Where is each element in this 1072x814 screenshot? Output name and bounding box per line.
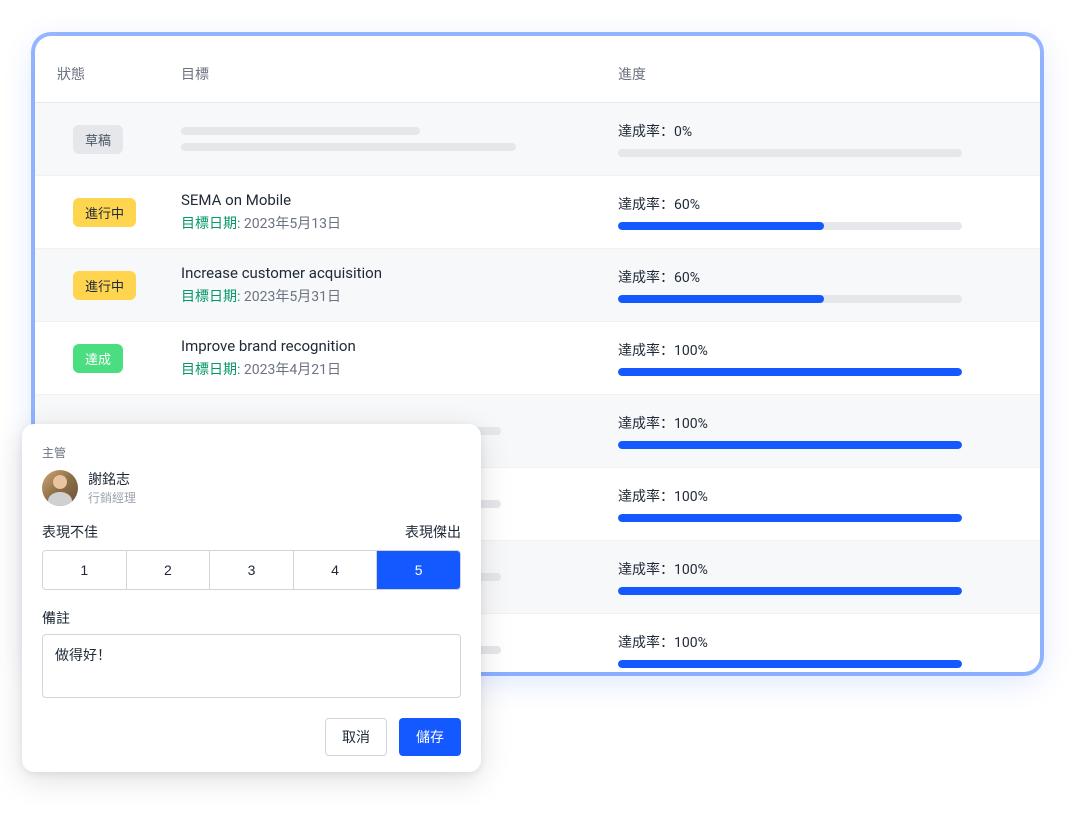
- progress-bar: [618, 222, 962, 230]
- progress-label: 達成率：60%: [618, 194, 1012, 214]
- progress-cell: 達成率：100%: [618, 340, 1040, 376]
- progress-fill: [618, 368, 962, 376]
- table-row[interactable]: 進行中 Increase customer acquisition 目標日期: 20…: [35, 249, 1040, 322]
- progress-cell: 達成率：60%: [618, 194, 1040, 230]
- supervisor-label: 主管: [42, 444, 461, 461]
- skeleton-line: [181, 127, 420, 135]
- goal-cell: Increase customer acquisition 目標日期: 2023年…: [181, 252, 618, 318]
- user-row: 謝銘志 行銷經理: [42, 469, 461, 506]
- rating-labels: 表現不佳 表現傑出: [42, 522, 461, 542]
- table-row[interactable]: 進行中 SEMA on Mobile 目標日期: 2023年5月13日達成率：60%: [35, 176, 1040, 249]
- progress-label: 達成率：0%: [618, 121, 1012, 141]
- status-badge: 進行中: [73, 198, 136, 227]
- table-row[interactable]: 達成 Improve brand recognition 目標日期: 2023年4月…: [35, 322, 1040, 395]
- progress-label: 達成率：100%: [618, 486, 1012, 506]
- goal-cell: [181, 115, 618, 163]
- goal-cell: Improve brand recognition 目標日期: 2023年4月21…: [181, 325, 618, 391]
- progress-bar: [618, 149, 962, 157]
- goal-date: 目標日期: 2023年4月21日: [181, 359, 618, 379]
- user-role: 行銷經理: [88, 489, 136, 506]
- progress-bar: [618, 295, 962, 303]
- evaluation-overlay: 主管 謝銘志 行銷經理 表現不佳 表現傑出 12345 備註 取消 儲存: [22, 424, 481, 772]
- progress-cell: 達成率：100%: [618, 632, 1040, 668]
- progress-fill: [618, 441, 962, 449]
- avatar: [42, 470, 78, 506]
- skeleton-line: [181, 143, 516, 151]
- progress-cell: 達成率：60%: [618, 267, 1040, 303]
- progress-label: 達成率：100%: [618, 632, 1012, 652]
- goal-title: Increase customer acquisition: [181, 264, 618, 282]
- table-header: 狀態 目標 進度: [35, 36, 1040, 103]
- notes-textarea[interactable]: [42, 634, 461, 698]
- header-progress: 進度: [618, 64, 1040, 84]
- rating-button-5[interactable]: 5: [377, 551, 460, 589]
- status-badge: 達成: [73, 344, 123, 373]
- rating-button-3[interactable]: 3: [210, 551, 294, 589]
- progress-cell: 達成率：100%: [618, 486, 1040, 522]
- progress-bar: [618, 441, 962, 449]
- cancel-button[interactable]: 取消: [325, 718, 387, 756]
- header-goal: 目標: [181, 64, 618, 84]
- header-status: 狀態: [35, 64, 181, 84]
- rating-buttons: 12345: [42, 550, 461, 590]
- user-name: 謝銘志: [88, 469, 136, 489]
- progress-label: 達成率：100%: [618, 340, 1012, 360]
- rating-button-1[interactable]: 1: [43, 551, 127, 589]
- progress-bar: [618, 368, 962, 376]
- user-info: 謝銘志 行銷經理: [88, 469, 136, 506]
- rating-low-label: 表現不佳: [42, 522, 98, 542]
- progress-fill: [618, 587, 962, 595]
- progress-label: 達成率：100%: [618, 413, 1012, 433]
- table-row[interactable]: 草稿 達成率：0%: [35, 103, 1040, 176]
- notes-label: 備註: [42, 608, 461, 628]
- goal-title: Improve brand recognition: [181, 337, 618, 355]
- status-badge: 草稿: [73, 125, 123, 154]
- save-button[interactable]: 儲存: [399, 718, 461, 756]
- progress-fill: [618, 514, 962, 522]
- progress-bar: [618, 587, 962, 595]
- progress-label: 達成率：100%: [618, 559, 1012, 579]
- goal-date: 目標日期: 2023年5月13日: [181, 213, 618, 233]
- status-badge: 進行中: [73, 271, 136, 300]
- progress-fill: [618, 295, 824, 303]
- status-cell: 達成: [35, 344, 181, 373]
- rating-button-2[interactable]: 2: [127, 551, 211, 589]
- progress-fill: [618, 660, 962, 668]
- rating-high-label: 表現傑出: [405, 522, 461, 542]
- status-cell: 草稿: [35, 125, 181, 154]
- progress-cell: 達成率：0%: [618, 121, 1040, 157]
- status-cell: 進行中: [35, 271, 181, 300]
- progress-bar: [618, 660, 962, 668]
- progress-fill: [618, 222, 824, 230]
- goal-date: 目標日期: 2023年5月31日: [181, 286, 618, 306]
- goal-title: SEMA on Mobile: [181, 191, 618, 209]
- progress-label: 達成率：60%: [618, 267, 1012, 287]
- overlay-actions: 取消 儲存: [42, 718, 461, 756]
- rating-button-4[interactable]: 4: [294, 551, 378, 589]
- progress-cell: 達成率：100%: [618, 413, 1040, 449]
- goal-cell: SEMA on Mobile 目標日期: 2023年5月13日: [181, 179, 618, 245]
- progress-cell: 達成率：100%: [618, 559, 1040, 595]
- progress-bar: [618, 514, 962, 522]
- status-cell: 進行中: [35, 198, 181, 227]
